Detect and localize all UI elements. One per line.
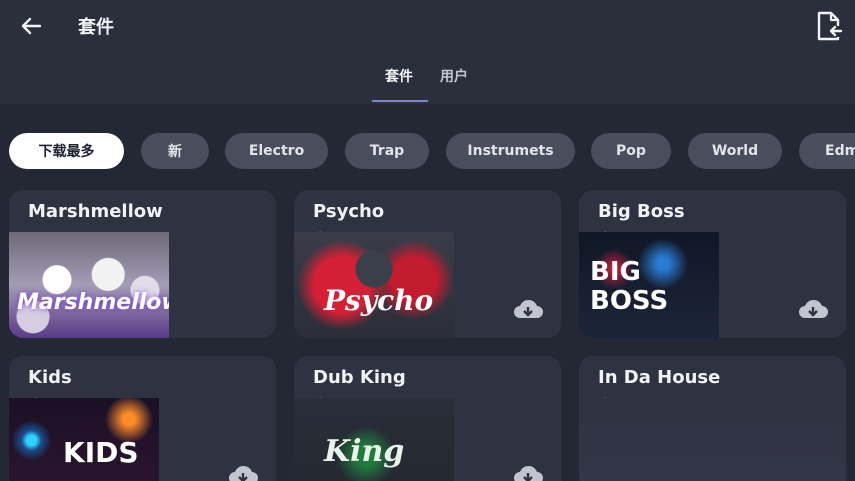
kit-title: Psycho [313,201,385,222]
kit-card-psycho[interactable]: Psycho 105万 Psycho [294,190,561,338]
kit-card-in-da-house[interactable]: In Da House 19万 [579,356,846,481]
back-button[interactable] [16,12,46,40]
kit-card-big-boss[interactable]: Big Boss 55万 BIG BOSS [579,190,846,338]
tab-users[interactable]: 用户 [440,66,468,86]
content-area: 下载最多 新 Electro Trap Instrumets Pop World… [0,104,855,481]
kit-card-kids[interactable]: Kids 29万 KIDS [9,356,276,481]
import-button[interactable] [814,10,844,42]
kit-cover-image: King [294,398,454,481]
cover-text: King [324,434,405,469]
kit-title: Kids [28,367,72,388]
tab-indicator [372,100,428,102]
top-bar: 套件 [0,0,855,52]
kit-cover-image: Psycho [294,232,454,338]
kit-cover-image: BIG BOSS [579,232,719,338]
chip-electro[interactable]: Electro [225,133,328,169]
arrow-left-icon [21,17,42,35]
download-button[interactable] [798,298,828,322]
kit-card-marshmellow[interactable]: Marshmellow Marshmellow [9,190,276,338]
kit-cover-image: KIDS [9,398,159,481]
chip-world[interactable]: World [688,133,782,169]
download-button[interactable] [513,464,543,481]
chip-edm[interactable]: Edm [799,133,855,169]
chip-new[interactable]: 新 [141,133,209,169]
kit-title: Marshmellow [28,201,163,222]
kit-title: Big Boss [598,201,685,222]
chip-instrumets[interactable]: Instrumets [446,133,575,169]
tab-kits[interactable]: 套件 [385,66,413,86]
cover-text: Marshmellow [17,290,169,315]
cover-text: BIG BOSS [590,257,669,316]
cloud-download-icon [799,299,828,318]
download-button[interactable] [228,464,258,481]
cloud-download-icon [514,299,543,318]
kit-title: In Da House [598,367,721,388]
chip-trap[interactable]: Trap [345,133,429,169]
kit-card-dub-king[interactable]: Dub King 26万 King [294,356,561,481]
kit-cover-image: Marshmellow [9,232,169,338]
cover-text: Psycho [324,284,434,317]
chip-most-downloaded[interactable]: 下载最多 [9,133,124,169]
cloud-download-icon [229,466,258,481]
download-button[interactable] [513,298,543,322]
file-import-icon [817,11,843,41]
kit-title: Dub King [313,367,406,388]
page-title: 套件 [78,17,114,38]
tab-bar: 套件 用户 [0,62,855,104]
kit-cover-image [579,398,846,481]
chip-pop[interactable]: Pop [591,133,671,169]
cloud-download-icon [514,466,543,481]
cover-text: KIDS [63,436,139,469]
